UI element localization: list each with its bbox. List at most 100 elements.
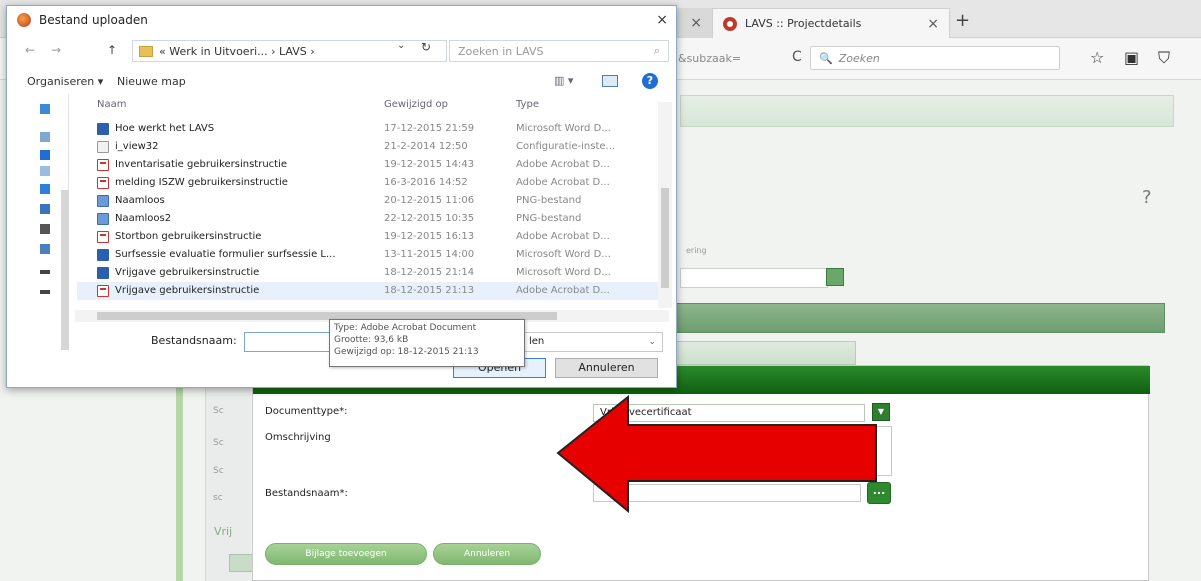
- file-date: 21-2-2014 12:50: [384, 141, 468, 152]
- chevron-down-icon: ⌄: [648, 337, 656, 347]
- file-type: Adobe Acrobat D...: [516, 231, 610, 242]
- browser-search-placeholder: Zoeken: [838, 51, 880, 65]
- network-drive-icon[interactable]: [40, 270, 50, 274]
- bestandsnaam-label: Bestandsnaam:: [151, 334, 237, 347]
- page-section-bar: [675, 303, 1165, 333]
- word-file-icon: [97, 249, 109, 261]
- music-icon[interactable]: [40, 184, 50, 194]
- bestandsnaam-label: Bestandsnaam*:: [265, 488, 348, 499]
- file-row[interactable]: Naamloos 20-12-2015 11:06 PNG-bestand: [77, 192, 671, 210]
- file-row[interactable]: Inventarisatie gebruikersinstructie 19-12…: [77, 156, 671, 174]
- file-row[interactable]: Vrijgave gebruikersinstructie 18-12-2015 …: [77, 264, 671, 282]
- bookmark-star-icon[interactable]: ☆: [1090, 48, 1104, 67]
- desktop-icon[interactable]: [40, 132, 50, 142]
- refresh-icon[interactable]: ↻: [421, 40, 431, 54]
- new-tab-button[interactable]: +: [955, 10, 970, 31]
- file-row[interactable]: Naamloos2 22-12-2015 10:35 PNG-bestand: [77, 210, 671, 228]
- filter-value: len: [529, 336, 545, 347]
- nieuwe-map-button[interactable]: Nieuwe map: [117, 75, 186, 88]
- url-bar[interactable]: &subzaak=: [678, 49, 778, 69]
- file-row[interactable]: Surfsessie evaluatie formulier surfsessi…: [77, 246, 671, 264]
- pocket-icon[interactable]: ⛉: [1158, 48, 1170, 68]
- file-date: 17-12-2015 21:59: [384, 123, 475, 134]
- bijlage-toevoegen-button[interactable]: Bijlage toevoegen: [265, 543, 427, 565]
- browser-search-input[interactable]: 🔍 Zoeken: [810, 46, 1060, 70]
- file-name: i_view32: [115, 141, 159, 152]
- page-select[interactable]: [680, 268, 828, 288]
- view-options-icon[interactable]: ▥ ▾: [554, 74, 573, 87]
- file-upload-dialog: Bestand uploaden × ← → ↑ « Werk in Uitvo…: [6, 5, 677, 388]
- scrollbar-thumb[interactable]: [661, 188, 669, 288]
- file-type: Adobe Acrobat D...: [516, 177, 610, 188]
- file-date: 22-12-2015 10:35: [384, 213, 475, 224]
- pictures-icon[interactable]: [40, 204, 50, 214]
- file-list-header: Naam Gewijzigd op Type: [77, 94, 671, 116]
- address-path: « Werk in Uitvoeri... › LAVS ›: [159, 44, 315, 58]
- word-file-icon: [97, 123, 109, 135]
- column-type[interactable]: Type: [516, 99, 539, 110]
- file-row[interactable]: melding ISZW gebruikersinstructie 16-3-20…: [77, 174, 671, 192]
- dialog-search-input[interactable]: Zoeken in LAVS ⌕: [449, 40, 669, 62]
- bestandsnaam-input[interactable]: [244, 332, 336, 352]
- lavs-favicon-icon: [723, 16, 737, 31]
- file-date: 19-12-2015 14:43: [384, 159, 475, 170]
- dialog-toolbar: Organiseren ▾ Nieuwe map ▥ ▾ ?: [7, 68, 676, 96]
- this-pc-icon[interactable]: [40, 104, 50, 114]
- close-icon[interactable]: ×: [656, 12, 668, 28]
- reload-button[interactable]: C: [792, 49, 802, 65]
- file-list: Hoe werkt het LAVS 17-12-2015 21:59 Micros…: [77, 116, 677, 314]
- chevron-down-icon[interactable]: ⌄: [397, 40, 405, 51]
- pdf-file-icon: [97, 231, 109, 243]
- file-type: Adobe Acrobat D...: [516, 159, 610, 170]
- file-date: 20-12-2015 11:06: [384, 195, 475, 206]
- videos-icon[interactable]: [40, 224, 50, 234]
- file-type-filter-select[interactable]: len ⌄: [522, 332, 663, 352]
- vrijgave-section-label: Vrij: [214, 525, 233, 538]
- tooltip-modified: Gewijzigd op: 18-12-2015 21:13: [334, 347, 479, 357]
- inner-row-label: Sc: [213, 406, 224, 416]
- file-row[interactable]: Stortbon gebruikersinstructie 19-12-2015 …: [77, 228, 671, 246]
- help-icon[interactable]: ?: [642, 73, 658, 89]
- reading-list-icon[interactable]: ▣: [1124, 48, 1139, 67]
- file-date: 16-3-2016 14:52: [384, 177, 468, 188]
- file-row[interactable]: i_view32 21-2-2014 12:50 Configuratie-inst…: [77, 138, 671, 156]
- up-arrow-icon[interactable]: ↑: [107, 43, 117, 57]
- page-select-dropdown-icon[interactable]: [826, 268, 844, 286]
- tab-close-icon[interactable]: ×: [927, 16, 939, 32]
- file-row[interactable]: Hoe werkt het LAVS 17-12-2015 21:59 Micros…: [77, 120, 671, 138]
- file-type: Adobe Acrobat D...: [516, 285, 610, 296]
- search-icon: 🔍: [819, 51, 833, 65]
- browser-tab-active[interactable]: LAVS :: Projectdetails ×: [712, 8, 950, 38]
- network-drive-icon[interactable]: [40, 290, 50, 294]
- pdf-file-icon: [97, 159, 109, 171]
- documents-icon[interactable]: [40, 150, 50, 160]
- documenttype-label: Documenttype*:: [265, 406, 348, 417]
- file-name: Naamloos2: [115, 213, 172, 224]
- page-subtab[interactable]: [668, 341, 856, 365]
- organiseren-menu[interactable]: Organiseren ▾: [27, 75, 103, 88]
- column-date[interactable]: Gewijzigd op: [384, 99, 448, 110]
- file-type: PNG-bestand: [516, 213, 582, 224]
- preview-pane-icon[interactable]: [602, 75, 618, 87]
- tab-close-icon[interactable]: ×: [690, 15, 702, 31]
- file-list-vertical-scrollbar[interactable]: [658, 102, 672, 308]
- drive-icon[interactable]: [40, 244, 50, 254]
- forward-arrow-icon[interactable]: →: [51, 43, 61, 57]
- downloads-icon[interactable]: [40, 166, 50, 176]
- dialog-annuleren-button[interactable]: Annuleren: [555, 358, 658, 378]
- inner-row-label: Sc: [213, 438, 224, 448]
- inner-row-label: sc: [213, 493, 223, 503]
- png-file-icon: [97, 213, 109, 225]
- modal-annuleren-button[interactable]: Annuleren: [433, 543, 541, 565]
- search-icon: ⌕: [653, 44, 660, 57]
- browser-tab-previous[interactable]: ×: [672, 8, 712, 38]
- pdf-file-icon: [97, 177, 109, 189]
- dialog-title: Bestand uploaden: [39, 13, 148, 27]
- back-arrow-icon[interactable]: ←: [25, 43, 35, 57]
- column-name[interactable]: Naam: [97, 99, 126, 110]
- nav-pane-scrollbar[interactable]: [61, 190, 69, 350]
- file-row[interactable]: Vrijgave gebruikersinstructie 18-12-2015 …: [77, 282, 671, 300]
- dialog-titlebar: Bestand uploaden ×: [7, 6, 676, 34]
- page-field-label: ering: [686, 246, 707, 255]
- help-icon[interactable]: ?: [1142, 187, 1152, 208]
